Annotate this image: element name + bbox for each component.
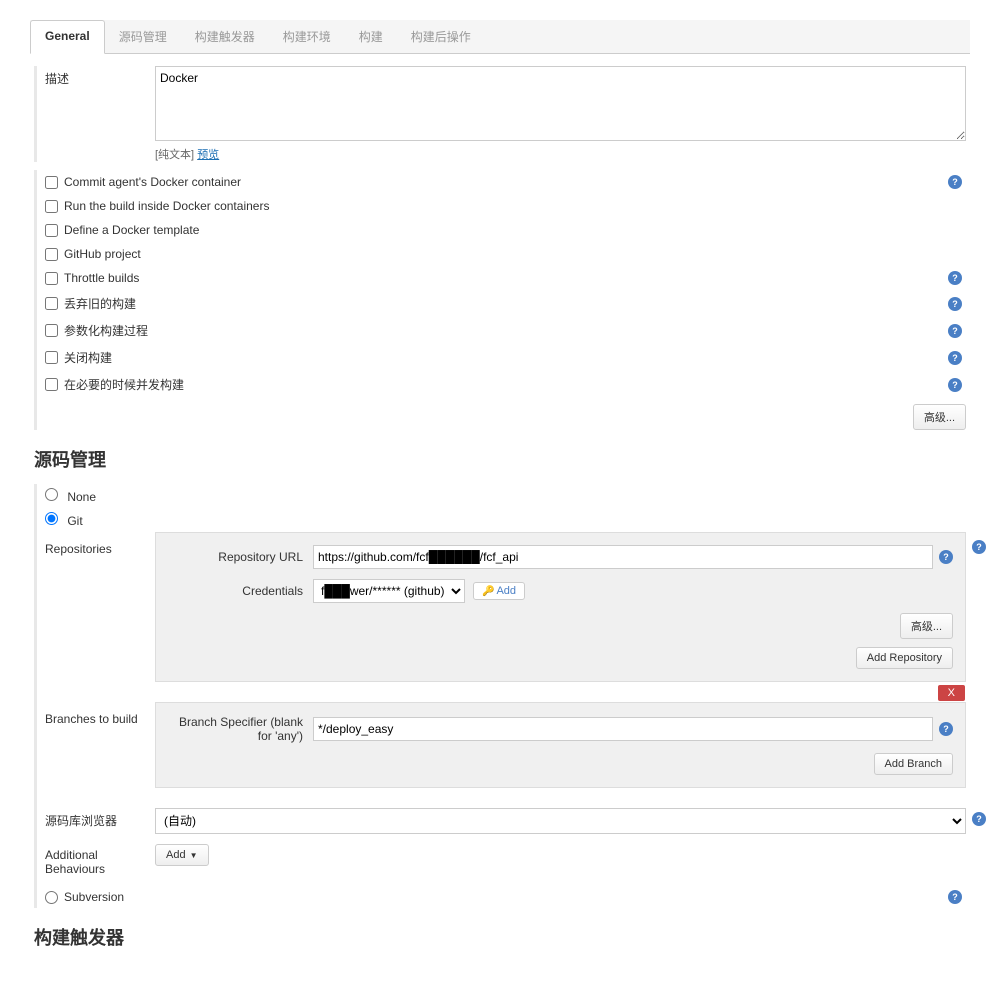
add-branch-button[interactable]: Add Branch (874, 753, 953, 775)
branches-label: Branches to build (45, 702, 155, 798)
help-icon[interactable]: ? (948, 378, 962, 392)
repo-url-input[interactable] (313, 545, 933, 569)
label-disable: 关闭构建 (64, 349, 112, 366)
checkbox-commit-agent[interactable] (45, 176, 58, 189)
additional-behaviours-label: Additional Behaviours (45, 844, 155, 876)
credentials-label: Credentials (168, 584, 313, 598)
help-icon[interactable]: ? (972, 812, 986, 826)
add-repository-button[interactable]: Add Repository (856, 647, 953, 669)
plain-text-hint: [纯文本] (155, 149, 194, 161)
branch-spec-label: Branch Specifier (blank for 'any') (168, 715, 313, 743)
repo-browser-label: 源码库浏览器 (45, 808, 155, 834)
label-scm-git: Git (67, 514, 82, 528)
checkbox-concurrent[interactable] (45, 378, 58, 391)
help-icon[interactable]: ? (939, 550, 953, 564)
label-scm-none: None (67, 490, 96, 504)
help-icon[interactable]: ? (948, 271, 962, 285)
checkbox-throttle[interactable] (45, 272, 58, 285)
triggers-section-title: 构建触发器 (34, 924, 966, 950)
tab-environment[interactable]: 构建环境 (269, 20, 345, 53)
description-label: 描述 (45, 66, 155, 87)
label-discard-old: 丢弃旧的构建 (64, 295, 136, 312)
delete-branch-button[interactable]: X (938, 685, 965, 701)
repo-url-label: Repository URL (168, 550, 313, 564)
add-credentials-button[interactable]: Add (473, 582, 525, 600)
label-github-project: GitHub project (64, 247, 141, 261)
checkbox-discard-old[interactable] (45, 297, 58, 310)
add-behaviour-button[interactable]: Add▼ (155, 844, 209, 866)
credentials-select[interactable]: f███wer/****** (github) (313, 579, 465, 603)
general-advanced-button[interactable]: 高级... (913, 404, 966, 430)
description-textarea[interactable]: Docker (155, 66, 966, 141)
label-define-template: Define a Docker template (64, 223, 199, 237)
tab-build[interactable]: 构建 (345, 20, 397, 53)
checkbox-define-template[interactable] (45, 224, 58, 237)
label-run-inside: Run the build inside Docker containers (64, 199, 269, 213)
label-commit-agent: Commit agent's Docker container (64, 175, 241, 189)
checkbox-parameterized[interactable] (45, 324, 58, 337)
repositories-label: Repositories (45, 532, 155, 692)
tab-triggers[interactable]: 构建触发器 (181, 20, 269, 53)
scm-section-title: 源码管理 (34, 446, 966, 472)
repo-browser-select[interactable]: (自动) (155, 808, 966, 834)
help-icon[interactable]: ? (972, 540, 986, 554)
label-scm-subversion: Subversion (64, 890, 124, 904)
chevron-down-icon: ▼ (190, 851, 198, 860)
radio-scm-subversion[interactable] (45, 891, 58, 904)
checkbox-github-project[interactable] (45, 248, 58, 261)
repository-block: Repository URL ? Credentials f███wer/***… (155, 532, 966, 682)
help-icon[interactable]: ? (948, 351, 962, 365)
config-tabs: General 源码管理 构建触发器 构建环境 构建 构建后操作 (30, 20, 970, 54)
help-icon[interactable]: ? (939, 722, 953, 736)
branches-block: X Branch Specifier (blank for 'any') ? A… (155, 702, 966, 788)
checkbox-run-inside[interactable] (45, 200, 58, 213)
radio-scm-none[interactable] (45, 488, 58, 501)
help-icon[interactable]: ? (948, 324, 962, 338)
checkbox-disable[interactable] (45, 351, 58, 364)
label-parameterized: 参数化构建过程 (64, 322, 148, 339)
radio-scm-git[interactable] (45, 512, 58, 525)
preview-link[interactable]: 预览 (197, 149, 219, 161)
help-icon[interactable]: ? (948, 297, 962, 311)
tab-scm[interactable]: 源码管理 (105, 20, 181, 53)
help-icon[interactable]: ? (948, 175, 962, 189)
label-throttle: Throttle builds (64, 271, 139, 285)
repo-advanced-button[interactable]: 高级... (900, 613, 953, 639)
tab-general[interactable]: General (30, 20, 105, 54)
key-icon (482, 585, 496, 597)
tab-postbuild[interactable]: 构建后操作 (397, 20, 485, 53)
label-concurrent: 在必要的时候并发构建 (64, 376, 184, 393)
branch-spec-input[interactable] (313, 717, 933, 741)
help-icon[interactable]: ? (948, 890, 962, 904)
